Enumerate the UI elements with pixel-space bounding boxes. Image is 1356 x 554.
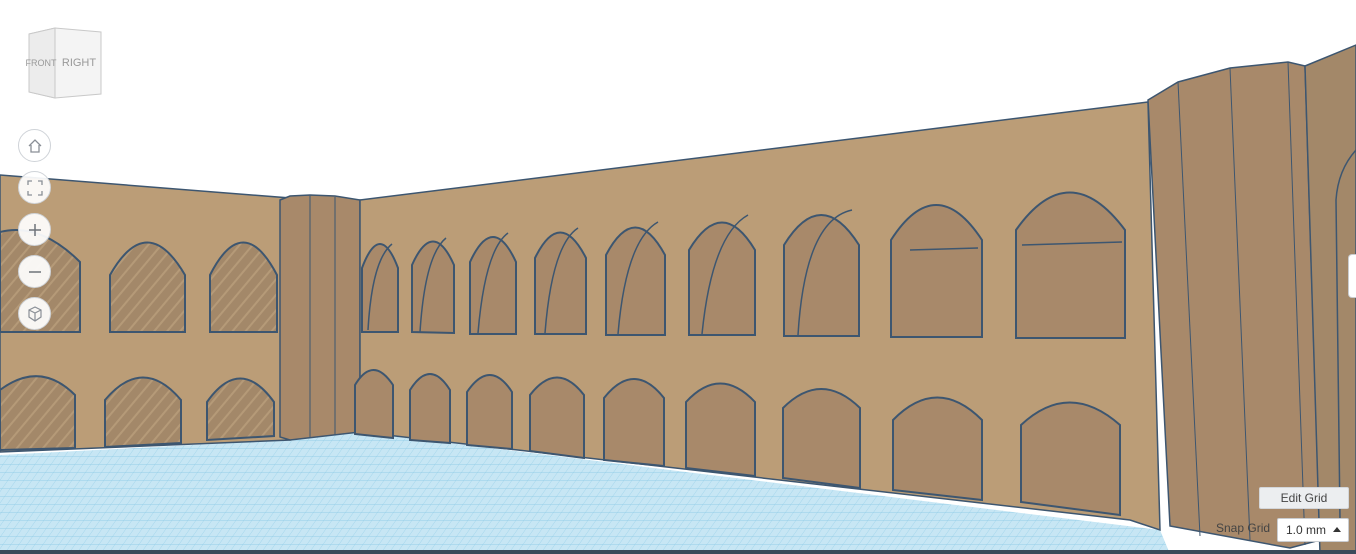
workplane-viewport[interactable]	[0, 0, 1356, 554]
home-view-button[interactable]	[18, 129, 51, 162]
edit-grid-button[interactable]: Edit Grid	[1259, 487, 1349, 509]
corner-pier	[279, 194, 361, 441]
view-cube-right-label: RIGHT	[62, 57, 97, 69]
fit-view-button[interactable]	[18, 171, 51, 204]
zoom-in-button[interactable]	[18, 213, 51, 246]
plus-icon	[28, 223, 41, 236]
caret-up-icon	[1333, 527, 1341, 532]
panel-collapse-tab[interactable]	[1348, 254, 1356, 298]
snap-grid-value: 1.0 mm	[1286, 523, 1327, 537]
projection-toggle-button[interactable]	[18, 297, 51, 330]
perspective-cube-icon	[27, 305, 42, 322]
bottom-border	[0, 550, 1356, 554]
zoom-out-button[interactable]	[18, 255, 51, 288]
view-cube[interactable]: FRONT RIGHT	[25, 26, 105, 100]
view-cube-front-label: FRONT	[26, 58, 57, 68]
home-icon	[28, 138, 41, 153]
right-tower	[1147, 44, 1356, 554]
snap-grid-label: Snap Grid	[1216, 521, 1271, 535]
snap-grid-select[interactable]: 1.0 mm	[1277, 518, 1349, 542]
fit-view-icon	[26, 179, 43, 196]
minus-icon	[28, 270, 41, 273]
